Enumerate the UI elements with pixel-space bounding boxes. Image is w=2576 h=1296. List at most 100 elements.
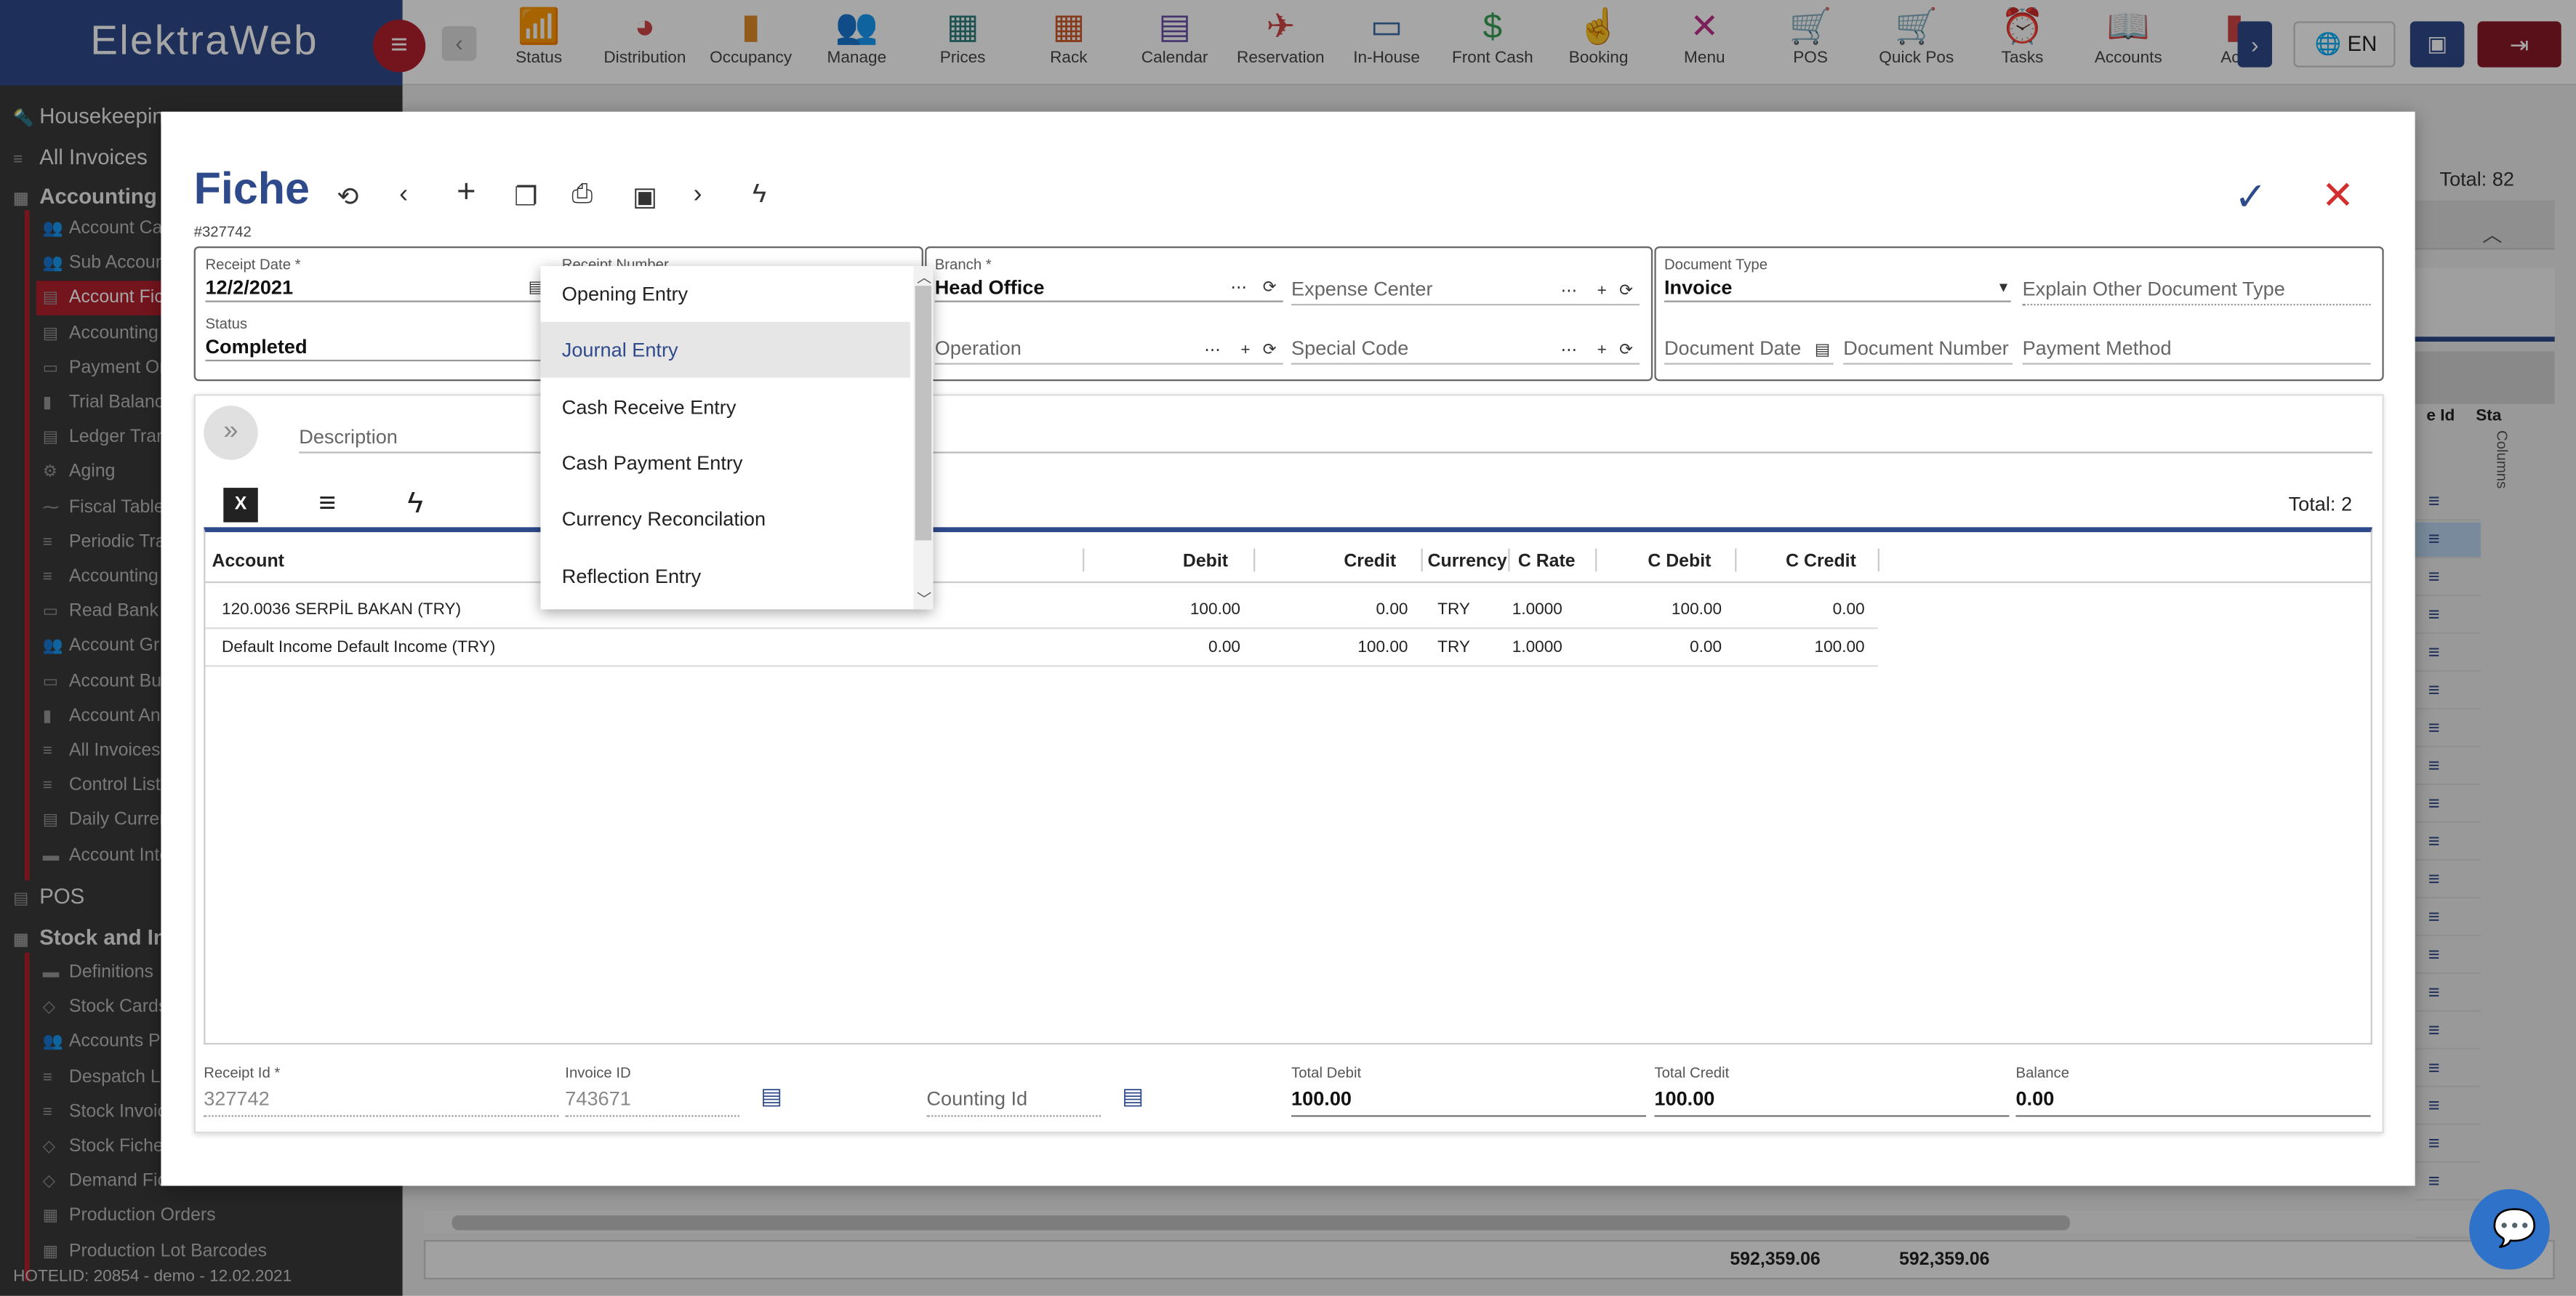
total-debit-value: 100.00 — [1291, 1087, 1647, 1117]
expense-center-field[interactable]: Expense Center ⟳ + ⋯ — [1291, 276, 1640, 306]
payment-method-input[interactable]: Payment Method — [2022, 335, 2371, 365]
calendar-icon[interactable]: ▤ — [1815, 342, 1830, 360]
print-icon[interactable]: ⎙ — [571, 181, 593, 211]
receipt-date-field[interactable]: Receipt Date * 12/2/2021 ▤ — [205, 256, 547, 302]
document-date-field[interactable]: Document Date ▤ — [1664, 335, 1834, 365]
cell-debit: 100.00 — [1189, 601, 1240, 619]
receipt-id-field[interactable]: Receipt Id * 327742 — [204, 1064, 559, 1117]
total-credit-field: Total Credit 100.00 — [1654, 1064, 2010, 1117]
chevron-left-icon[interactable]: ‹ — [399, 181, 408, 211]
col-c-debit[interactable]: C Debit — [1648, 552, 1711, 571]
lightning-icon[interactable]: ϟ — [753, 181, 766, 211]
total-debit-label: Total Debit — [1291, 1064, 1362, 1081]
history-icon[interactable]: ⟲ — [337, 181, 358, 214]
add-icon[interactable]: + — [1597, 342, 1607, 360]
cell-account: Default Income Default Income (TRY) — [222, 638, 496, 657]
col-account[interactable]: Account — [212, 552, 284, 571]
scroll-up-icon[interactable]: ︿ — [917, 266, 931, 287]
caret-down-icon[interactable]: ▾ — [1999, 279, 2007, 297]
counting-id-input[interactable]: Counting Id — [926, 1087, 1101, 1117]
cell-account: 120.0036 SERPİL BAKAN (TRY) — [222, 601, 462, 619]
cell-c-rate: 1.0000 — [1512, 601, 1562, 619]
operation-field[interactable]: Operation ⟳ + ⋯ — [934, 335, 1283, 365]
status-field[interactable]: Status Completed — [205, 315, 547, 362]
refresh-icon[interactable]: ⟳ — [1619, 283, 1633, 301]
dropdown-option-cash-receive-entry[interactable]: Cash Receive Entry — [540, 379, 910, 435]
balance-label: Balance — [2015, 1064, 2070, 1081]
counting-list-icon[interactable]: ▤ — [1122, 1082, 1144, 1110]
expand-icon[interactable]: » — [204, 406, 258, 460]
dialog-title: Fiche — [193, 164, 310, 214]
balance-field: Balance 0.00 — [2015, 1064, 2371, 1117]
dropdown-scroll-thumb[interactable] — [915, 286, 932, 541]
chevron-right-icon[interactable]: › — [694, 181, 702, 211]
lightning-icon[interactable]: ϟ — [407, 486, 423, 520]
payment-method-field[interactable]: Payment Method — [2022, 335, 2371, 365]
invoice-list-icon[interactable]: ▤ — [761, 1082, 782, 1110]
special-code-input[interactable]: Special Code — [1291, 335, 1640, 365]
col-debit[interactable]: Debit — [1183, 552, 1228, 571]
add-icon[interactable]: + — [457, 174, 476, 212]
receipt-date-label: Receipt Date * — [205, 256, 301, 273]
special-code-field[interactable]: Special Code ⟳ + ⋯ — [1291, 335, 1640, 365]
confirm-check-icon[interactable]: ✓ — [2234, 174, 2267, 222]
cell-c-rate: 1.0000 — [1512, 638, 1562, 657]
invoice-id-value[interactable]: 743671 — [565, 1087, 739, 1117]
counting-id-field[interactable]: Counting Id — [926, 1064, 1101, 1117]
document-date-input[interactable]: Document Date — [1664, 335, 1834, 365]
close-icon[interactable]: ✕ — [2322, 172, 2354, 220]
refresh-icon[interactable]: ⟳ — [1263, 279, 1277, 297]
receipt-date-value[interactable]: 12/2/2021 — [205, 276, 547, 302]
invoice-id-field[interactable]: Invoice ID 743671 — [565, 1064, 739, 1117]
cell-c-credit: 100.00 — [1814, 638, 1865, 657]
explain-other-input[interactable]: Explain Other Document Type — [2022, 276, 2371, 306]
dropdown-option-cash-payment-entry[interactable]: Cash Payment Entry — [540, 435, 910, 491]
document-type-label: Document Type — [1664, 256, 1768, 273]
dropdown-option-currency-reconcilation[interactable]: Currency Reconcilation — [540, 491, 910, 547]
add-icon[interactable]: + — [1240, 342, 1250, 360]
add-icon[interactable]: + — [1597, 283, 1607, 301]
cell-c-debit: 100.00 — [1671, 601, 1722, 619]
app-root: Total: 82 ︿ e Id Sta Columns ≡ ≡ ≡ ≡ ≡ ≡ ≡ ≡ ≡ ≡ ≡… — [0, 0, 2576, 1296]
more-icon[interactable]: ⋯ — [1561, 283, 1578, 301]
grid-total: Total: 2 — [2288, 492, 2353, 516]
expense-center-input[interactable]: Expense Center — [1291, 276, 1640, 306]
document-number-input[interactable]: Document Number — [1843, 335, 2013, 365]
copy-icon[interactable]: ❐ — [514, 181, 537, 214]
refresh-icon[interactable]: ⟳ — [1619, 342, 1633, 360]
dropdown-option-reflection-entry[interactable]: Reflection Entry — [540, 548, 910, 604]
dropdown-option-opening-entry[interactable]: Opening Entry — [540, 266, 910, 322]
receipt-type-dropdown[interactable]: Opening Entry Journal Entry Cash Receive E… — [540, 266, 934, 610]
list-icon[interactable]: ≡ — [318, 486, 336, 520]
total-credit-value: 100.00 — [1654, 1087, 2010, 1117]
chat-button[interactable]: 💬 — [2469, 1188, 2550, 1270]
table-row[interactable]: Default Income Default Income (TRY) 0.00 1… — [205, 629, 1878, 667]
document-type-value[interactable]: Invoice — [1664, 276, 2011, 302]
explain-other-field[interactable]: Explain Other Document Type — [2022, 276, 2371, 306]
col-credit[interactable]: Credit — [1344, 552, 1396, 571]
cell-currency: TRY — [1437, 638, 1470, 657]
more-icon[interactable]: ⋯ — [1561, 342, 1578, 360]
refresh-icon[interactable]: ⟳ — [1263, 342, 1277, 360]
scroll-down-icon[interactable]: ﹀ — [917, 588, 931, 609]
more-icon[interactable]: ⋯ — [1230, 279, 1247, 297]
total-credit-label: Total Credit — [1654, 1064, 1730, 1081]
dropdown-option-journal-entry[interactable]: Journal Entry — [540, 322, 910, 379]
more-icon[interactable]: ⋯ — [1204, 342, 1221, 360]
table-row[interactable]: 120.0036 SERPİL BAKAN (TRY) 100.00 0.00 TRY… — [205, 591, 1878, 629]
lines-grid: Account Debit Credit Currency C Rate C D… — [204, 527, 2372, 1045]
excel-icon[interactable]: X — [223, 488, 258, 523]
chat-icon: 💬 — [2492, 1207, 2537, 1249]
save-icon[interactable]: ▣ — [633, 181, 657, 214]
col-c-credit[interactable]: C Credit — [1786, 552, 1856, 571]
col-currency[interactable]: Currency — [1428, 552, 1507, 571]
status-value[interactable]: Completed — [205, 335, 547, 362]
invoice-id-label: Invoice ID — [565, 1064, 631, 1081]
balance-value: 0.00 — [2015, 1087, 2371, 1117]
col-c-rate[interactable]: C Rate — [1518, 552, 1576, 571]
branch-field[interactable]: Branch * Head Office ⟳ ⋯ — [934, 256, 1283, 302]
document-number-field[interactable]: Document Number — [1843, 335, 2013, 365]
receipt-id-value[interactable]: 327742 — [204, 1087, 559, 1117]
operation-input[interactable]: Operation — [934, 335, 1283, 365]
document-type-field[interactable]: Document Type Invoice ▾ — [1664, 256, 2011, 302]
